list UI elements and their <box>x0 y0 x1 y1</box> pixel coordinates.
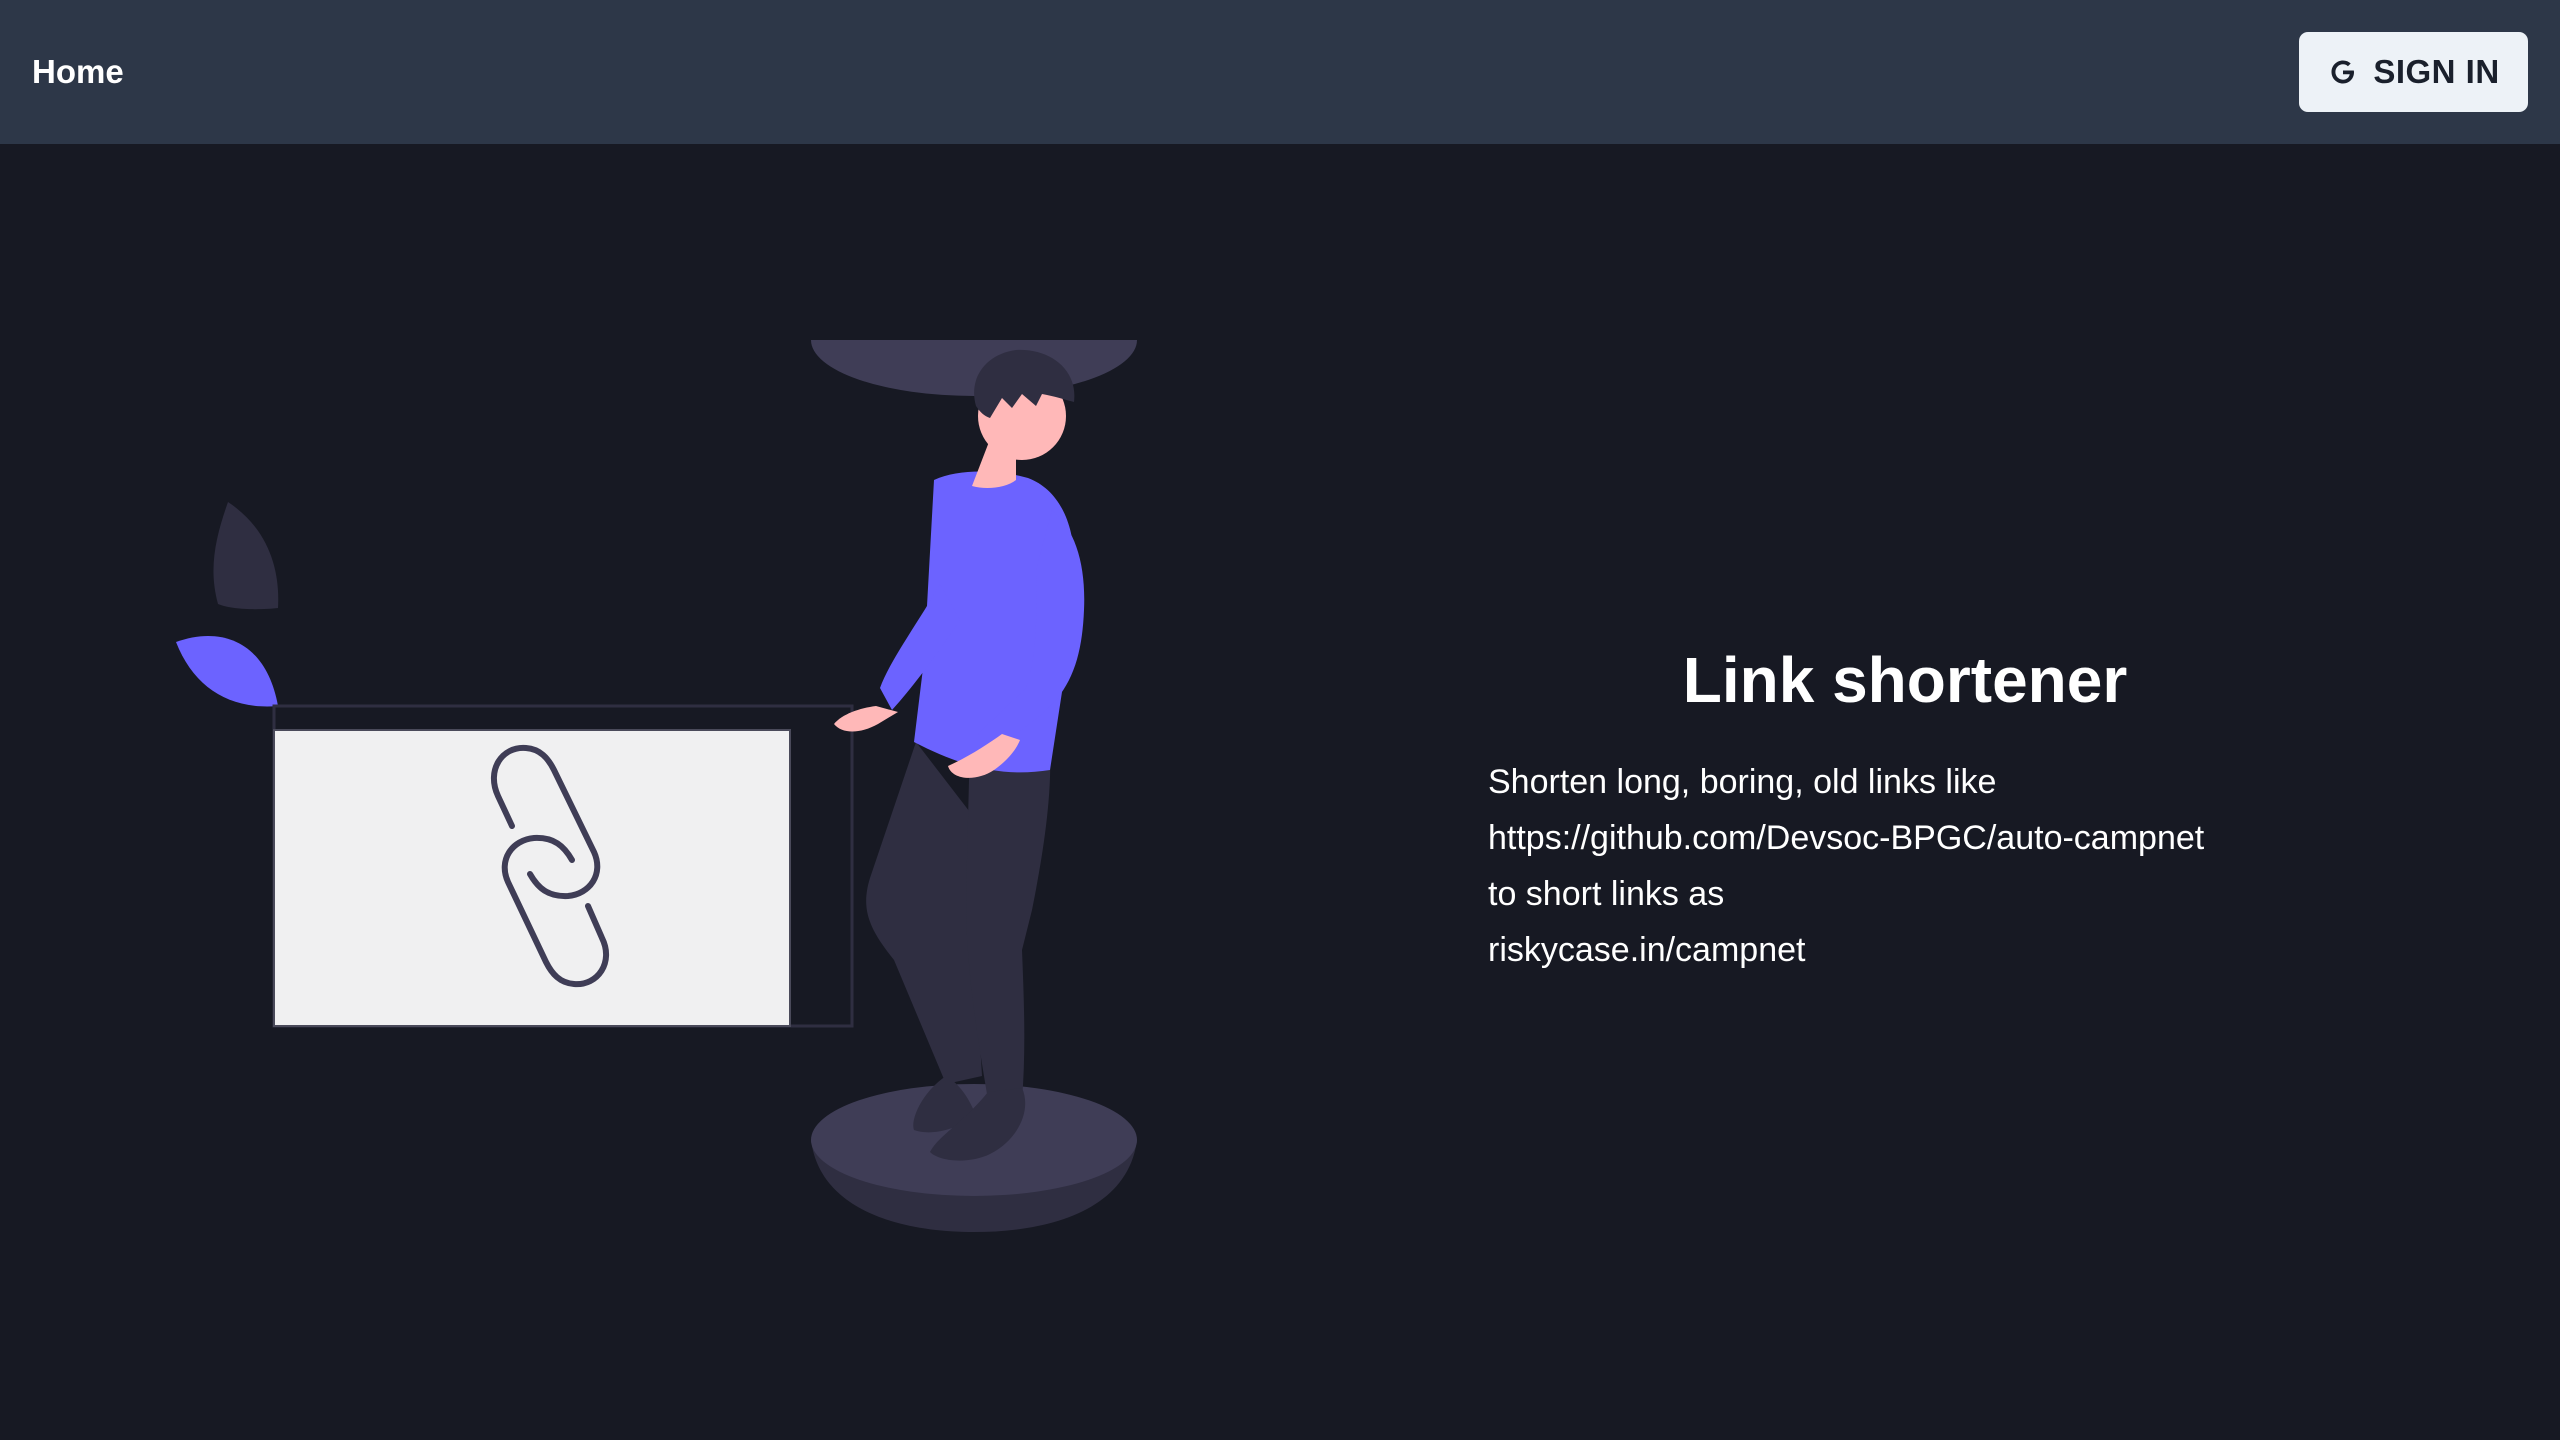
example-short-link: riskycase.in/campnet <box>1488 931 1806 969</box>
home-link[interactable]: Home <box>32 50 124 94</box>
description-line: Shorten long, boring, old links like <box>1488 763 1997 801</box>
purple-leaf-shape <box>176 635 278 707</box>
bowl-top <box>811 284 1137 396</box>
hero-illustration <box>170 284 1150 1240</box>
back-leg <box>866 742 982 1084</box>
top-navbar: Home SIGN IN <box>0 0 2560 144</box>
hero-description: Shorten long, boring, old links like htt… <box>1488 754 2368 978</box>
back-hand <box>834 706 898 732</box>
sign-in-label: SIGN IN <box>2373 53 2500 90</box>
dark-leaf-shape <box>213 502 279 610</box>
hero-section: Link shortener Shorten long, boring, old… <box>1488 640 2368 978</box>
description-line: to short links as <box>1488 875 1725 913</box>
google-g-icon <box>2331 60 2355 84</box>
page-title: Link shortener <box>1682 644 2128 716</box>
sign-in-button[interactable]: SIGN IN <box>2299 32 2528 112</box>
person-with-link-illustration <box>176 284 1137 1232</box>
example-long-link: https://github.com/Devsoc-BPGC/auto-camp… <box>1488 819 2205 857</box>
